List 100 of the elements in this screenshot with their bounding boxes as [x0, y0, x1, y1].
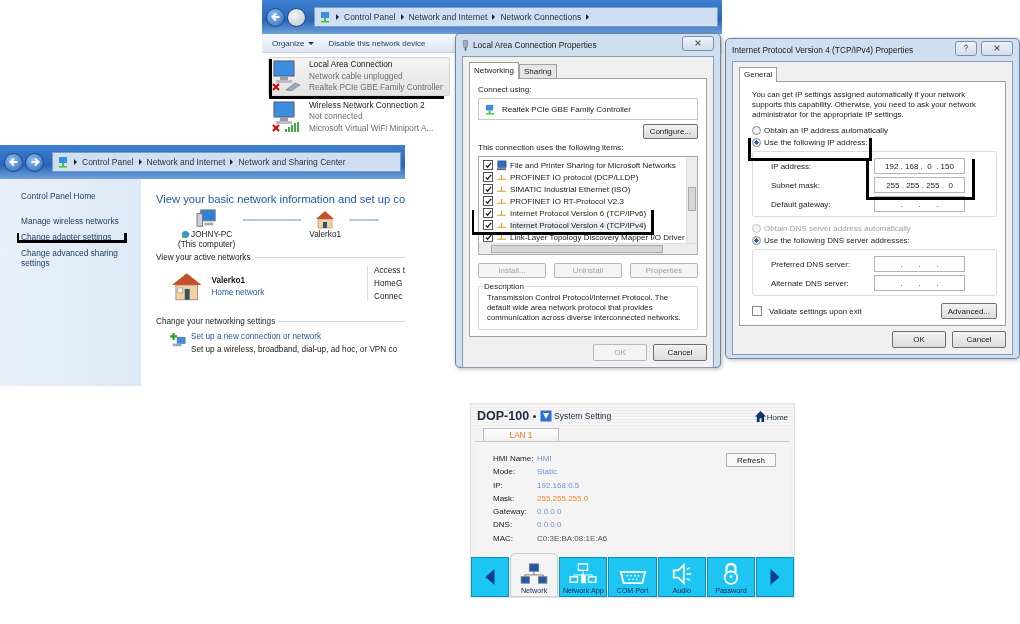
back-button[interactable]: [266, 7, 285, 27]
adapter-name: Microsoft Virtual WiFi Miniport A...: [309, 122, 434, 134]
dot-icon: [533, 414, 537, 418]
connection-item[interactable]: Local Area Connection Network cable unplugged Realtek PCIe GBE Family Controller: [268, 57, 450, 96]
network-type-link[interactable]: Home network: [211, 288, 360, 297]
speaker-icon: [670, 563, 693, 585]
radio-button[interactable]: [752, 126, 761, 135]
protocol-icon: [496, 233, 507, 241]
network-globe-icon: [181, 230, 191, 239]
forward-button[interactable]: [287, 7, 306, 27]
home-button[interactable]: Home: [754, 410, 788, 422]
advanced-button[interactable]: Advanced...: [940, 303, 997, 319]
dialog-button[interactable]: OK: [892, 331, 946, 348]
field-value: C0:3E:BA:08:1E:A6: [537, 533, 608, 544]
protocol-icon: [496, 173, 507, 181]
padlock-icon: [721, 563, 740, 585]
breadcrumb-item[interactable]: Network and Internet: [408, 12, 488, 22]
field-value: HMI: [537, 454, 552, 464]
adapter-name: Realtek PCIe GBE Family Controller: [309, 82, 443, 94]
checkbox-option[interactable]: Validate settings upon exit: [752, 306, 862, 316]
tab[interactable]: General: [739, 67, 778, 82]
sidebar-link[interactable]: Manage wireless networks: [21, 216, 141, 226]
radio-option[interactable]: Obtain an IP address automatically: [752, 126, 997, 135]
previous-button[interactable]: [471, 557, 509, 597]
window-title: Internet Protocol Version 4 (TCP/IPv4) Properties: [732, 45, 915, 55]
breadcrumb-item[interactable]: Control Panel: [344, 12, 396, 22]
breadcrumb-item[interactable]: Network and Internet: [146, 157, 226, 167]
checkbox[interactable]: [483, 160, 493, 170]
refresh-button[interactable]: Refresh: [726, 453, 776, 467]
disconnected-icon: [272, 83, 280, 91]
field-value: 0.0.0.0: [537, 520, 562, 531]
breadcrumb-item[interactable]: Network Connections: [500, 12, 582, 22]
window-title: Local Area Connection Properties: [473, 40, 598, 50]
field-label: Alternate DNS server:: [771, 278, 850, 288]
list-item[interactable]: SIMATIC Industrial Ethernet (ISO): [483, 183, 633, 195]
checkbox[interactable]: [483, 196, 493, 206]
checkbox[interactable]: [483, 220, 493, 230]
address-bar[interactable]: Control Panel Network and Internet Network and Sharing Center: [52, 152, 401, 172]
signal-bars-icon: [285, 121, 301, 132]
disconnected-icon: [272, 123, 280, 132]
ip-address-field[interactable]: . . .: [874, 275, 965, 291]
list-item[interactable]: PROFINET IO RT-Protocol V2.3: [483, 195, 626, 207]
toolbar-button[interactable]: Disable this network device: [326, 38, 428, 48]
task-description: Set up a wireless, broadband, dial-up, ad hoc, or VPN co: [191, 345, 398, 354]
checkbox[interactable]: [483, 172, 493, 182]
field-label: Gateway:: [493, 507, 528, 518]
scrollbar[interactable]: [686, 157, 697, 243]
radio-option[interactable]: Use the following IP address:: [752, 138, 997, 147]
network-adapter-icon: [485, 103, 496, 115]
sidebar-link[interactable]: Change advanced sharing settings: [21, 248, 141, 268]
connection-status: Not connected: [309, 111, 364, 123]
computer-note: (This computer): [178, 240, 236, 249]
screen-title: System Setting: [554, 411, 612, 421]
toolbar-button[interactable]: Organize: [270, 38, 317, 48]
left-triangle-icon: [484, 568, 496, 586]
right-triangle-icon: [769, 568, 781, 586]
close-button[interactable]: [682, 35, 714, 51]
next-button[interactable]: [756, 557, 794, 597]
page-heading: View your basic network information and set up co: [156, 193, 405, 205]
tab[interactable]: Sharing: [519, 64, 557, 78]
brand-logo: DOP-100: [477, 409, 530, 423]
sidebar-link[interactable]: Control Panel Home: [21, 191, 141, 201]
connection-item[interactable]: Wireless Network Connection 2 Not connected Microsoft Virtual WiFi Miniport A...: [268, 97, 450, 136]
list-item[interactable]: Link-Layer Topology Discovery Mapper I/O Driver: [483, 231, 686, 243]
task-link[interactable]: Set up a new connection or network: [191, 332, 398, 341]
scrollbar[interactable]: [479, 243, 697, 254]
configure-button[interactable]: Configure...: [642, 124, 698, 139]
network-name: Valerko1: [211, 276, 247, 285]
chevron-icon: [138, 159, 142, 165]
close-button[interactable]: [981, 40, 1013, 56]
new-connection-icon: [170, 332, 186, 348]
forward-button[interactable]: [25, 152, 44, 172]
radio-button[interactable]: [752, 138, 761, 147]
list-item[interactable]: PROFINET IO protocol (DCP/LLDP): [483, 171, 641, 183]
list-item[interactable]: File and Printer Sharing for Microsoft Networks: [483, 159, 678, 171]
chevron-icon: [492, 14, 496, 20]
radio-button[interactable]: [752, 236, 761, 245]
close-icon: [694, 39, 702, 47]
back-button[interactable]: [4, 152, 23, 172]
checkbox[interactable]: [483, 232, 493, 242]
network-name: Valerko1: [309, 230, 342, 239]
ip-address-field[interactable]: 192 . 168 . 0 . 150: [874, 158, 965, 174]
list-item[interactable]: Internet Protocol Version 6 (TCP/IPv6): [483, 207, 649, 219]
serial-port-icon: [618, 570, 647, 585]
field-label: Connect using:: [478, 85, 533, 94]
checkbox[interactable]: [483, 208, 493, 218]
ip-address-field[interactable]: . . .: [874, 256, 965, 272]
dialog-button[interactable]: Cancel: [952, 331, 1006, 348]
breadcrumb-item[interactable]: Network and Sharing Center: [238, 157, 346, 167]
dialog-button[interactable]: Cancel: [653, 344, 707, 361]
breadcrumb-item[interactable]: Control Panel: [82, 157, 134, 167]
checkbox[interactable]: [483, 184, 493, 194]
help-button[interactable]: [955, 40, 977, 56]
tab[interactable]: Networking: [469, 62, 519, 79]
ip-address-field[interactable]: 255 . 255 . 255 . 0: [874, 177, 965, 193]
field-value: 192.168.0.5: [537, 480, 580, 491]
checkbox[interactable]: [752, 306, 762, 316]
section-heading: View your active networks: [156, 253, 251, 262]
radio-option[interactable]: Use the following DNS server addresses:: [752, 236, 997, 245]
address-bar[interactable]: Control Panel Network and Internet Network Connections: [314, 7, 718, 27]
